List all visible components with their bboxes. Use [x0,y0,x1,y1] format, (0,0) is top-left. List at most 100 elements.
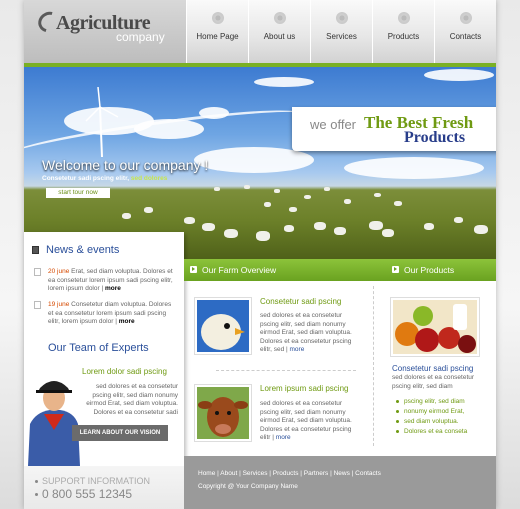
sheep [244,185,250,189]
product-text: sed dolores et ea consetetur pscing elit… [392,374,475,390]
flower-icon [211,12,224,24]
news-icon [32,246,39,254]
overview-item-heading: Lorem ipsum sadi pscing [260,384,349,393]
sheep [184,217,195,224]
offer-prefix: we offer [310,117,357,132]
sheep [264,202,271,207]
news-item: 19 june Consetetur diam voluptua. Dolore… [34,301,178,327]
overview-more-link[interactable]: more [290,346,305,353]
sheep [304,195,311,199]
left-sidebar: News & events 20 june Erat, sed diam vol… [24,232,184,466]
nav-label: About us [263,32,296,41]
nav-label: Services [326,32,357,41]
cloud [344,157,484,179]
nav-label: Contacts [449,32,482,41]
sheep [394,201,402,206]
offer-products: Products [404,129,466,146]
hero-subtitle-text: Consetetur sadi pscing elitr, [42,175,131,182]
sheep [289,207,297,212]
fruit-image [393,300,477,354]
sheep [144,207,153,213]
product-list: pscing elitr, sed diam nonumy eirmod Era… [396,397,467,437]
arrow-right-icon [190,266,197,273]
calendar-icon [34,268,41,276]
logo-subtitle: company [116,30,165,44]
sheep [314,222,326,230]
overview-item-text: sed dolores et ea consetetur pscing elit… [260,312,352,353]
flower-icon [397,12,410,24]
product-list-item[interactable]: Dolores et ea conseta [396,427,467,437]
nav-home[interactable]: Home Page [186,0,248,63]
sheep [256,231,270,241]
team-text: sed dolores et ea consetetur pscing elit… [86,383,178,416]
news-title: News & events [46,244,120,256]
sheep [324,187,330,191]
cow-photo [194,384,252,442]
support-info: SUPPORT INFORMATION 0 800 555 12345 [24,466,184,509]
nav-label: Products [387,32,420,41]
nav-about[interactable]: About us [248,0,310,63]
fruit-photo [390,297,480,357]
calendar-icon [34,301,41,309]
nav-products[interactable]: Products [372,0,434,63]
sheep [214,187,220,191]
sheep [454,217,463,223]
arrow-right-icon [392,266,399,273]
footer-links[interactable]: Home | About | Services | Products | Par… [198,470,381,477]
team-title: Our Team of Experts [48,342,149,354]
flower-icon [273,12,286,24]
overview-more-link[interactable]: more [276,434,291,441]
sheep [334,227,346,235]
page: Agriculture company Home Page About us S… [24,0,496,509]
product-list-item[interactable]: pscing elitr, sed diam [396,397,467,407]
flower-icon [335,12,348,24]
news-more-link[interactable]: more [105,285,121,292]
flower-icon [459,12,472,24]
learn-vision-button[interactable]: LEARN ABOUT OUR VISION [72,425,168,441]
logo[interactable]: Agriculture company [24,0,186,63]
news-date: 19 june [48,301,70,308]
news-date: 20 june [48,268,70,275]
sheep [274,189,280,193]
bullet-icon [35,493,38,496]
nav-contacts[interactable]: Contacts [434,0,496,63]
overview-item-body: sed dolores et ea consetetur pscing elit… [260,312,352,353]
sheep [424,223,434,230]
farm-overview-title: Our Farm Overview [202,265,277,275]
sheep [382,229,394,237]
hero-welcome-title: Welcome to our company ! [42,157,209,173]
hero-banner: Welcome to our company ! Consetetur sadi… [24,67,496,259]
support-label: SUPPORT INFORMATION [42,476,151,486]
sheep [122,213,131,219]
support-phone: 0 800 555 12345 [42,487,133,501]
product-list-item[interactable]: nonumy eirmod Erat, [396,407,467,417]
news-item: 20 june Erat, sed diam voluptua. Dolores… [34,268,178,294]
chick-photo [194,297,252,355]
overview-item-body: sed dolores et ea consetetur pscing elit… [260,400,352,441]
cow-image [197,387,249,439]
nav-label: Home Page [196,32,239,41]
hero-subtitle-highlight: sed dolores [130,175,168,182]
sheep [369,221,383,230]
cloud [424,69,494,81]
cloud [254,77,314,87]
copyright: Copyright @ Your Company Name [198,483,298,490]
team-subtitle: Lorem dolor sadi pscing [82,367,167,376]
sheep [474,225,488,234]
overview-item-text: sed dolores et ea consetetur pscing elit… [260,400,352,441]
section-header-bar: Our Farm Overview Our Products [184,259,496,281]
main-nav: Home Page About us Services Products Con… [186,0,496,63]
nav-services[interactable]: Services [310,0,372,63]
sheep [374,193,381,197]
offer-banner: we offer The Best Fresh Products [292,107,496,151]
start-tour-button[interactable]: start tour now [46,188,110,198]
overview-item-heading: Consetetur sadi pscing [260,297,342,306]
farmer-photo [24,364,84,466]
sheep [202,223,215,231]
product-list-item[interactable]: sed diam voluptua. [396,417,467,427]
product-heading: Consetetur sadi pscing [392,364,474,373]
column-divider [373,286,374,446]
sheep [284,225,294,232]
news-more-link[interactable]: more [119,318,135,325]
our-products-title: Our Products [404,265,455,275]
